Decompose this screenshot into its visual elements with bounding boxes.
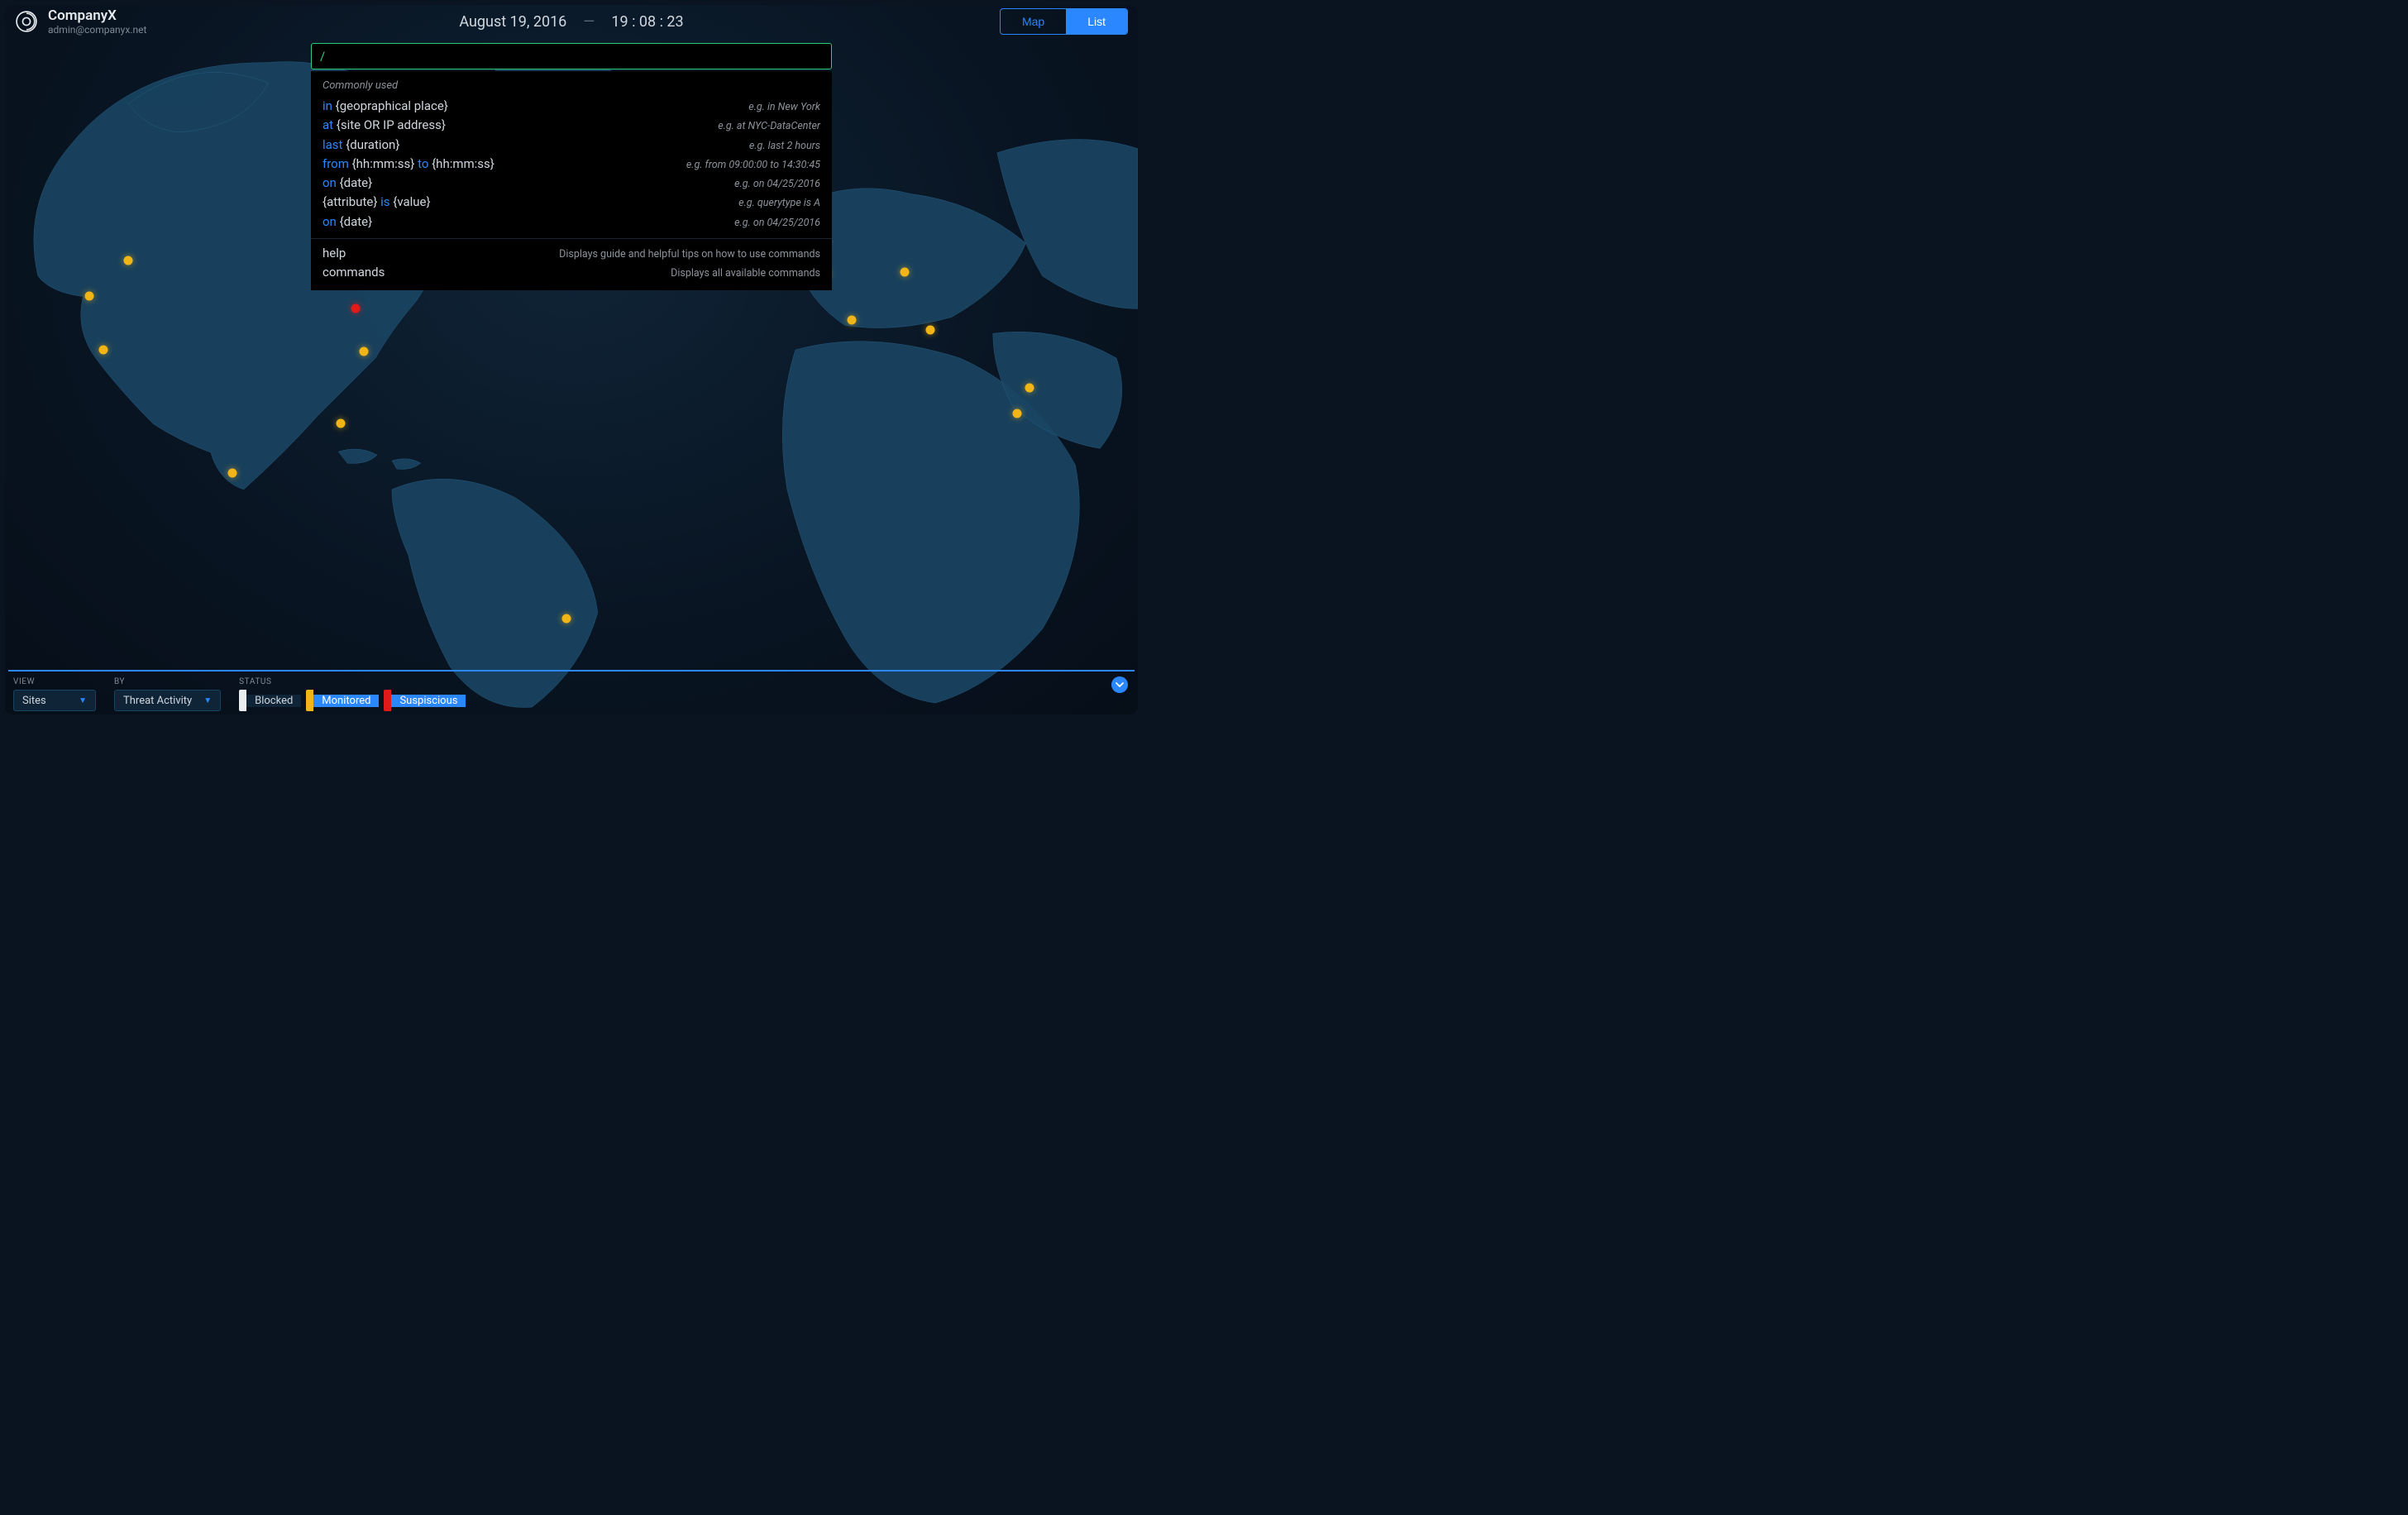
- view-toggle: Map List: [1000, 8, 1128, 35]
- chevron-down-icon: [1115, 680, 1125, 690]
- map-dot[interactable]: [351, 304, 361, 313]
- suggest-row[interactable]: {attribute} is {value} e.g. querytype is…: [322, 193, 820, 212]
- chevron-down-icon: ▼: [203, 696, 212, 705]
- status-pill-blocked[interactable]: Blocked: [239, 690, 301, 711]
- map-dot[interactable]: [848, 316, 857, 325]
- suggest-footer-row[interactable]: help Displays guide and helpful tips on …: [322, 244, 820, 263]
- clock-date: August 19, 2016: [459, 13, 566, 31]
- view-filter-group: VIEW Sites ▼: [13, 677, 96, 711]
- suggest-row[interactable]: from {hh:mm:ss} to {hh:mm:ss} e.g. from …: [322, 155, 820, 174]
- by-select[interactable]: Threat Activity ▼: [114, 690, 221, 711]
- clock-time: 19 : 08 : 23: [611, 13, 683, 31]
- map-dot[interactable]: [85, 292, 94, 301]
- brand: CompanyX admin@companyx.net: [15, 7, 146, 36]
- logo-icon: [15, 10, 38, 33]
- status-pill-suspicious[interactable]: Suspiscious: [384, 690, 466, 711]
- search-input-wrap[interactable]: [311, 43, 832, 69]
- suggest-header: Commonly used: [322, 79, 820, 92]
- chevron-down-icon: ▼: [79, 696, 87, 705]
- clock: August 19, 2016 — 19 : 08 : 23: [459, 13, 683, 31]
- map-dot[interactable]: [360, 347, 369, 356]
- search-input[interactable]: [320, 49, 823, 64]
- tab-list[interactable]: List: [1066, 9, 1127, 34]
- suggest-row[interactable]: at {site OR IP address} e.g. at NYC-Data…: [322, 116, 820, 135]
- suggest-row[interactable]: last {duration} e.g. last 2 hours: [322, 136, 820, 155]
- company-name: CompanyX: [48, 7, 146, 24]
- by-label: BY: [114, 677, 221, 686]
- map-dot[interactable]: [1013, 409, 1022, 418]
- header: CompanyX admin@companyx.net August 19, 2…: [0, 0, 1143, 43]
- bottom-bar: VIEW Sites ▼ BY Threat Activity ▼ STATUS…: [0, 673, 1143, 719]
- account-email: admin@companyx.net: [48, 24, 146, 36]
- map-dot[interactable]: [926, 326, 935, 335]
- suggest-row[interactable]: on {date} e.g. on 04/25/2016: [322, 213, 820, 232]
- view-label: VIEW: [13, 677, 96, 686]
- bottom-separator: [8, 670, 1135, 671]
- map-dot[interactable]: [562, 614, 571, 624]
- suggest-row[interactable]: in {geopraphical place} e.g. in New York: [322, 97, 820, 116]
- clock-sep: —: [583, 13, 595, 31]
- suggest-footer-row[interactable]: commands Displays all available commands: [322, 263, 820, 282]
- status-label: STATUS: [239, 677, 466, 686]
- map-dot[interactable]: [901, 268, 910, 277]
- map-dot[interactable]: [228, 469, 237, 478]
- map-dot[interactable]: [124, 256, 133, 265]
- map-dot[interactable]: [1025, 384, 1034, 393]
- status-filter-group: STATUS Blocked Monitored Suspiscious: [239, 677, 466, 711]
- search-panel: Commonly used in {geopraphical place} e.…: [311, 43, 832, 290]
- suggest-row[interactable]: on {date} e.g. on 04/25/2016: [322, 174, 820, 193]
- tab-map[interactable]: Map: [1001, 9, 1066, 34]
- map-dot[interactable]: [99, 346, 108, 355]
- search-suggestions: Commonly used in {geopraphical place} e.…: [311, 71, 832, 290]
- status-pill-monitored[interactable]: Monitored: [306, 690, 379, 711]
- view-select[interactable]: Sites ▼: [13, 690, 96, 711]
- by-filter-group: BY Threat Activity ▼: [114, 677, 221, 711]
- expand-button[interactable]: [1111, 676, 1128, 693]
- map-dot[interactable]: [337, 419, 346, 428]
